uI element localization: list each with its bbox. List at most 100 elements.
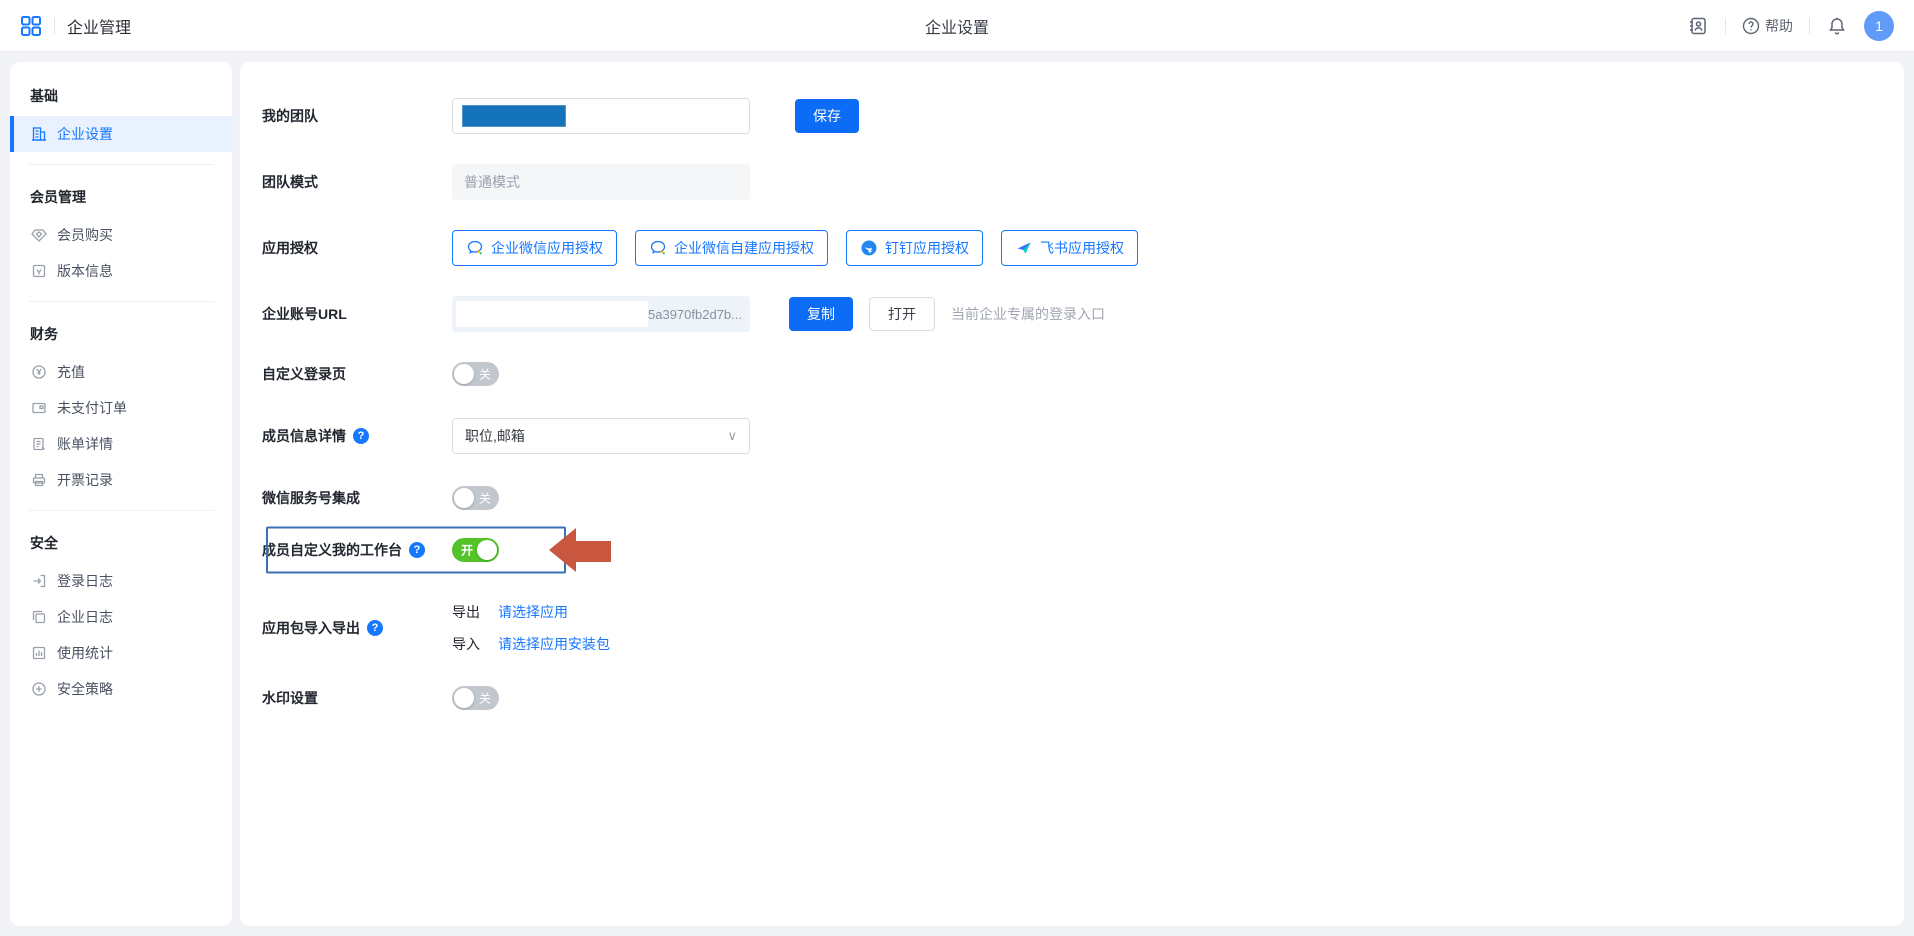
help-button[interactable]: 帮助 bbox=[1742, 16, 1793, 36]
annotation-arrow-icon bbox=[549, 526, 611, 574]
divider bbox=[28, 301, 214, 302]
divider bbox=[1809, 18, 1810, 34]
sidebar-item-label: 版本信息 bbox=[57, 261, 113, 281]
sidebar-item-unpaid-orders[interactable]: 未支付订单 bbox=[10, 390, 232, 426]
toggle-state-label: 关 bbox=[479, 490, 491, 507]
member-info-label: 成员信息详情 bbox=[262, 426, 346, 446]
sidebar-item-label: 未支付订单 bbox=[57, 398, 127, 418]
feishu-app-auth-button[interactable]: 飞书应用授权 bbox=[1001, 230, 1138, 266]
row-custom-login: 自定义登录页 关 bbox=[262, 362, 1874, 386]
export-label: 导出 bbox=[452, 602, 498, 622]
security-policy-icon bbox=[30, 681, 47, 698]
sidebar-item-enterprise-logs[interactable]: 企业日志 bbox=[10, 599, 232, 635]
dingtalk-icon bbox=[860, 239, 878, 257]
apps-grid-icon[interactable] bbox=[20, 15, 42, 37]
sidebar-item-login-logs[interactable]: 登录日志 bbox=[10, 563, 232, 599]
bill-icon bbox=[30, 436, 47, 453]
row-my-team: 我的团队 保存 bbox=[262, 98, 1874, 134]
sidebar-item-member-purchase[interactable]: 会员购买 bbox=[10, 217, 232, 253]
watermark-toggle[interactable]: 关 bbox=[452, 686, 499, 710]
toggle-state-label: 关 bbox=[479, 690, 491, 707]
version-icon bbox=[30, 263, 47, 280]
enterprise-url-value: /url/55a3970fb2d7b... bbox=[452, 296, 750, 332]
custom-workbench-label: 成员自定义我的工作台 bbox=[262, 540, 402, 560]
contact-book-icon[interactable] bbox=[1687, 15, 1709, 37]
select-value: 职位,邮箱 bbox=[465, 426, 525, 446]
enterprise-settings-panel: 我的团队 保存 团队模式 普通模式 应用授权 企业微信应用授权 bbox=[240, 62, 1904, 926]
sidebar-item-version-info[interactable]: 版本信息 bbox=[10, 253, 232, 289]
sidebar-item-label: 企业日志 bbox=[57, 607, 113, 627]
wecom-icon bbox=[466, 239, 484, 257]
sidebar-item-label: 账单详情 bbox=[57, 434, 113, 454]
toggle-knob bbox=[454, 364, 474, 384]
sidebar-section-security: 安全 bbox=[10, 523, 232, 563]
sidebar-item-usage-stats[interactable]: 使用统计 bbox=[10, 635, 232, 671]
copy-button[interactable]: 复制 bbox=[789, 297, 853, 331]
help-icon bbox=[1742, 17, 1760, 35]
open-button[interactable]: 打开 bbox=[869, 297, 935, 331]
wechat-service-label: 微信服务号集成 bbox=[262, 488, 452, 508]
sidebar-item-recharge[interactable]: 充值 bbox=[10, 354, 232, 390]
redacted-team-name bbox=[463, 106, 565, 126]
sidebar: 基础 企业设置 会员管理 会员购买 bbox=[10, 62, 232, 926]
member-info-select[interactable]: 职位,邮箱 ∨ bbox=[452, 418, 750, 454]
toggle-knob bbox=[454, 688, 474, 708]
chevron-down-icon: ∨ bbox=[727, 428, 737, 444]
app-package-label: 应用包导入导出 bbox=[262, 618, 360, 638]
coin-icon bbox=[30, 364, 47, 381]
row-team-mode: 团队模式 普通模式 bbox=[262, 164, 1874, 200]
sidebar-item-security-policy[interactable]: 安全策略 bbox=[10, 671, 232, 707]
save-button[interactable]: 保存 bbox=[795, 99, 859, 133]
page-title: 企业设置 bbox=[925, 14, 989, 38]
dingtalk-app-auth-button[interactable]: 钉钉应用授权 bbox=[846, 230, 983, 266]
bell-icon[interactable] bbox=[1826, 15, 1848, 37]
sidebar-section-finance: 财务 bbox=[10, 314, 232, 354]
topbar: 企业管理 企业设置 帮助 bbox=[0, 0, 1914, 52]
row-enterprise-url: 企业账号URL /url/55a3970fb2d7b... 复制 打开 当前企业… bbox=[262, 296, 1874, 332]
sidebar-item-label: 使用统计 bbox=[57, 643, 113, 663]
toggle-knob bbox=[477, 540, 497, 560]
select-app-package-link[interactable]: 请选择应用安装包 bbox=[498, 634, 610, 654]
team-mode-label: 团队模式 bbox=[262, 172, 452, 192]
custom-workbench-toggle[interactable]: 开 bbox=[452, 538, 499, 562]
button-label: 飞书应用授权 bbox=[1040, 238, 1124, 258]
app-title: 企业管理 bbox=[67, 14, 131, 38]
wechat-service-toggle[interactable]: 关 bbox=[452, 486, 499, 510]
divider bbox=[28, 510, 214, 511]
sidebar-item-label: 会员购买 bbox=[57, 225, 113, 245]
sidebar-item-enterprise-settings[interactable]: 企业设置 bbox=[10, 116, 232, 152]
divider bbox=[1725, 18, 1726, 34]
select-app-link[interactable]: 请选择应用 bbox=[498, 602, 568, 622]
sidebar-item-invoice-records[interactable]: 开票记录 bbox=[10, 462, 232, 498]
member-info-help-icon[interactable]: ? bbox=[353, 428, 369, 444]
app-package-help-icon[interactable]: ? bbox=[367, 620, 383, 636]
toggle-knob bbox=[454, 488, 474, 508]
sidebar-item-bill-details[interactable]: 账单详情 bbox=[10, 426, 232, 462]
wecom-icon bbox=[649, 239, 667, 257]
feishu-icon bbox=[1015, 239, 1033, 257]
stats-icon bbox=[30, 645, 47, 662]
invoice-icon bbox=[30, 472, 47, 489]
my-team-label: 我的团队 bbox=[262, 106, 452, 126]
toggle-state-label: 开 bbox=[461, 542, 473, 559]
import-label: 导入 bbox=[452, 634, 498, 654]
divider bbox=[28, 164, 214, 165]
avatar[interactable]: 1 bbox=[1864, 11, 1894, 41]
row-wechat-service: 微信服务号集成 关 bbox=[262, 486, 1874, 510]
team-mode-value: 普通模式 bbox=[452, 164, 750, 200]
sidebar-item-label: 登录日志 bbox=[57, 571, 113, 591]
row-watermark: 水印设置 关 bbox=[262, 686, 1874, 710]
team-name-input[interactable] bbox=[452, 98, 750, 134]
custom-workbench-help-icon[interactable]: ? bbox=[409, 542, 425, 558]
custom-login-toggle[interactable]: 关 bbox=[452, 362, 499, 386]
sidebar-item-label: 安全策略 bbox=[57, 679, 113, 699]
wecom-app-auth-button[interactable]: 企业微信应用授权 bbox=[452, 230, 617, 266]
wecom-selfbuilt-app-auth-button[interactable]: 企业微信自建应用授权 bbox=[635, 230, 828, 266]
divider bbox=[54, 18, 55, 34]
custom-login-label: 自定义登录页 bbox=[262, 364, 452, 384]
button-label: 企业微信自建应用授权 bbox=[674, 238, 814, 258]
app-auth-label: 应用授权 bbox=[262, 238, 452, 258]
row-app-auth: 应用授权 企业微信应用授权 企业微信自建应用授权 bbox=[262, 230, 1874, 266]
sidebar-item-label: 充值 bbox=[57, 362, 85, 382]
enterprise-log-icon bbox=[30, 609, 47, 626]
